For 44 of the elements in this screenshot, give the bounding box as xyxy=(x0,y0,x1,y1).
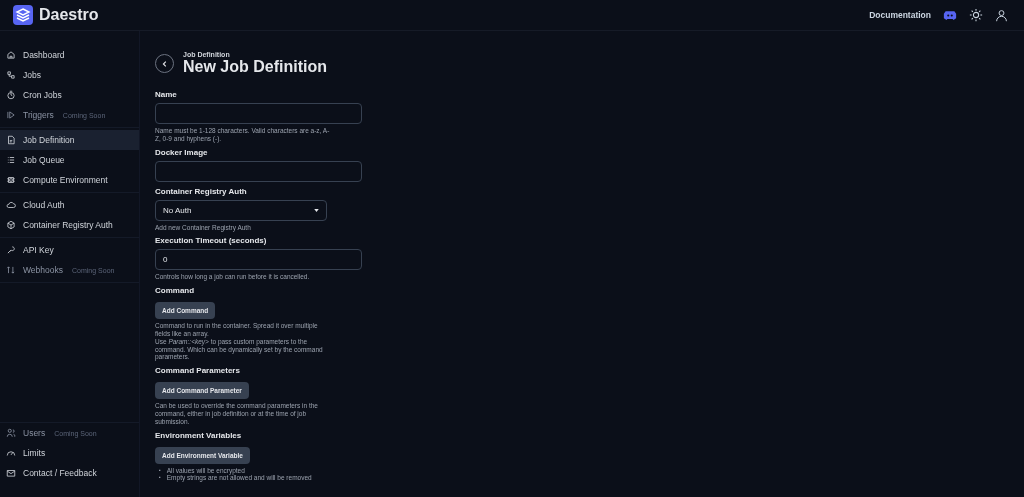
user-icon[interactable] xyxy=(995,8,1008,22)
sidebar-item[interactable]: Contact / Feedback xyxy=(0,463,139,483)
sidebar-item[interactable]: Container Registry Auth xyxy=(0,215,139,235)
chat-bubble-icon[interactable] xyxy=(943,9,957,21)
text-field[interactable]: 0 xyxy=(155,249,362,271)
sidebar-item[interactable]: Jobs xyxy=(0,65,139,85)
select-field[interactable]: No Auth xyxy=(155,199,327,221)
field-label: Docker Image xyxy=(155,147,209,157)
chevron-left-icon xyxy=(160,59,169,68)
stack-logo-icon xyxy=(13,5,33,25)
sidebar-item[interactable]: Compute Environment xyxy=(0,170,139,190)
caret-icon xyxy=(314,208,319,212)
brand-name: Daestro xyxy=(39,6,99,24)
arrows-icon xyxy=(6,265,16,275)
sidebar-item[interactable]: Job Definition xyxy=(0,130,139,150)
home-icon xyxy=(6,50,16,60)
nodes-icon xyxy=(6,70,16,80)
sidebar-item[interactable]: Cloud Auth xyxy=(0,195,139,215)
field-label: Environment Variables xyxy=(155,430,243,440)
field-label: Name xyxy=(155,90,178,99)
users-icon xyxy=(6,428,16,438)
package-icon xyxy=(6,220,16,230)
gauge-icon xyxy=(6,448,16,458)
field-label: Execution Timeout (seconds) xyxy=(155,236,268,246)
sidebar-item[interactable]: Limits xyxy=(0,443,139,463)
sidebar-item[interactable]: Cron Jobs xyxy=(0,85,139,105)
cloud-icon xyxy=(6,200,16,210)
chip-icon xyxy=(6,175,16,185)
field-label: Command Parameters xyxy=(155,366,241,376)
sidebar-item[interactable]: Job Queue xyxy=(0,150,139,170)
document-icon xyxy=(6,135,16,145)
list-icon xyxy=(6,155,16,165)
timer-icon xyxy=(6,90,16,100)
sidebar-item[interactable]: Dashboard xyxy=(0,45,139,65)
documentation-link[interactable]: Documentation xyxy=(869,10,931,20)
field-label: Container Registry Auth xyxy=(155,186,248,196)
play-icon xyxy=(6,110,16,120)
text-field[interactable] xyxy=(155,103,362,124)
text-field[interactable] xyxy=(155,160,362,182)
mail-icon xyxy=(6,468,16,478)
page-title: New Job Definition xyxy=(183,58,327,76)
sidebar-item[interactable]: API Key xyxy=(0,240,139,260)
field-label: Command xyxy=(155,286,196,296)
sun-icon[interactable] xyxy=(969,8,983,22)
